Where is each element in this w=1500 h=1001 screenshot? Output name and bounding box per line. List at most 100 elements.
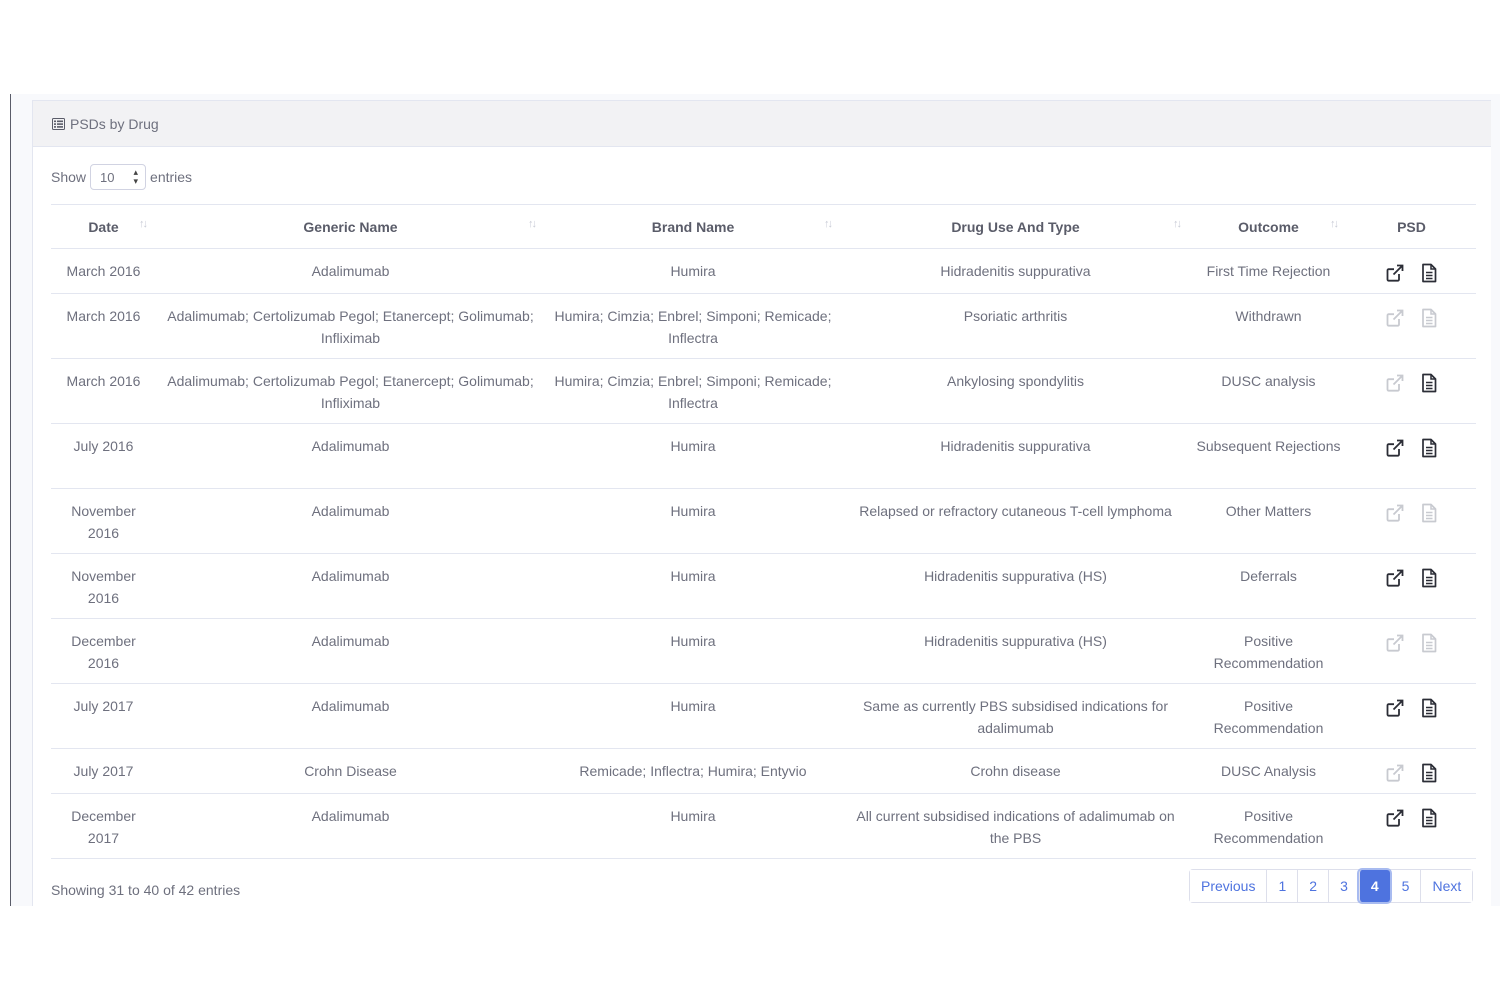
external-link-icon[interactable]	[1385, 263, 1405, 283]
entries-length-control: Show 10 ▴ ▾ entries	[51, 164, 192, 190]
document-icon[interactable]	[1419, 808, 1439, 828]
column-header-outcome[interactable]: Outcome ↑↓	[1190, 204, 1347, 249]
cell-psd	[1347, 358, 1476, 424]
document-icon	[1419, 503, 1439, 523]
list-alt-icon	[52, 117, 65, 130]
table-row: December 2016 Adalimumab Humira Hidradeniti…	[51, 618, 1476, 684]
table-row: July 2017 Crohn Disease Remicade; Inflectr…	[51, 748, 1476, 794]
pagination-page[interactable]: 3	[1328, 870, 1359, 902]
cell-drug-use: Relapsed or refractory cutaneous T-cell …	[841, 488, 1190, 554]
cell-psd	[1347, 248, 1476, 294]
cell-drug-use: Same as currently PBS subsidised indicat…	[841, 683, 1190, 749]
cell-outcome: DUSC analysis	[1190, 358, 1347, 424]
cell-date: July 2017	[51, 748, 156, 794]
cell-outcome: Other Matters	[1190, 488, 1347, 554]
cell-outcome: Deferrals	[1190, 553, 1347, 619]
pagination-next[interactable]: Next	[1420, 870, 1473, 902]
sort-icon: ↑↓	[139, 218, 148, 230]
cell-date: November 2016	[51, 553, 156, 619]
external-link-icon[interactable]	[1385, 568, 1405, 588]
select-caret-icon: ▴ ▾	[133, 167, 139, 186]
cell-drug-use: Crohn disease	[841, 748, 1190, 794]
external-link-icon	[1385, 503, 1405, 523]
cell-generic-name: Adalimumab	[156, 618, 545, 684]
column-header-date[interactable]: Date ↑↓	[51, 204, 156, 249]
card-title: PSDs by Drug	[70, 115, 159, 132]
entries-per-page-select[interactable]: 10 ▴ ▾	[90, 164, 147, 190]
cell-outcome: Positive Recommendation	[1190, 793, 1347, 859]
pagination-page[interactable]: 1	[1266, 870, 1298, 902]
cell-date: July 2017	[51, 683, 156, 749]
cell-brand-name: Humira	[545, 618, 841, 684]
column-header-drug-use[interactable]: Drug Use And Type ↑↓	[841, 204, 1190, 249]
table-row: March 2016 Adalimumab; Certolizumab Pegol…	[51, 293, 1476, 359]
pagination-previous[interactable]: Previous	[1190, 870, 1267, 902]
cell-generic-name: Adalimumab	[156, 683, 545, 749]
entries-per-page-value: 10	[100, 169, 115, 185]
cell-date: March 2016	[51, 358, 156, 424]
cell-generic-name: Adalimumab	[156, 793, 545, 859]
pagination-page[interactable]: 5	[1389, 870, 1421, 902]
cell-date: March 2016	[51, 248, 156, 294]
sort-icon: ↑↓	[1330, 218, 1339, 230]
external-link-icon[interactable]	[1385, 808, 1405, 828]
cell-psd	[1347, 293, 1476, 359]
cell-psd	[1347, 488, 1476, 554]
show-label: Show	[51, 169, 87, 185]
external-link-icon	[1385, 308, 1405, 328]
cell-date: November 2016	[51, 488, 156, 554]
table-row: March 2016 Adalimumab; Certolizumab Pegol…	[51, 358, 1476, 424]
cell-generic-name: Adalimumab; Certolizumab Pegol; Etanerce…	[156, 358, 545, 424]
cell-outcome: Subsequent Rejections	[1190, 423, 1347, 489]
card-header: PSDs by Drug	[33, 101, 1491, 147]
cell-generic-name: Adalimumab	[156, 553, 545, 619]
table-body: March 2016 Adalimumab Humira Hidradenitis s…	[51, 248, 1476, 859]
cell-generic-name: Adalimumab	[156, 488, 545, 554]
cell-generic-name: Adalimumab; Certolizumab Pegol; Etanerce…	[156, 293, 545, 359]
pagination-page[interactable]: 2	[1297, 870, 1329, 902]
cell-drug-use: Hidradenitis suppurativa (HS)	[841, 618, 1190, 684]
document-icon[interactable]	[1419, 438, 1439, 458]
table-row: November 2016 Adalimumab Humira Hidradeniti…	[51, 553, 1476, 619]
document-icon	[1419, 633, 1439, 653]
document-icon	[1419, 308, 1439, 328]
cell-date: December 2016	[51, 618, 156, 684]
document-icon[interactable]	[1419, 763, 1439, 783]
cell-brand-name: Humira	[545, 683, 841, 749]
document-icon[interactable]	[1419, 568, 1439, 588]
cell-psd	[1347, 748, 1476, 794]
external-link-icon	[1385, 763, 1405, 783]
cell-psd	[1347, 553, 1476, 619]
cell-outcome: Withdrawn	[1190, 293, 1347, 359]
cell-outcome: DUSC Analysis	[1190, 748, 1347, 794]
cell-drug-use: All current subsidised indications of ad…	[841, 793, 1190, 859]
table-info: Showing 31 to 40 of 42 entries	[51, 882, 241, 898]
column-header-generic-name[interactable]: Generic Name ↑↓	[156, 204, 545, 249]
cell-drug-use: Hidradenitis suppurativa (HS)	[841, 553, 1190, 619]
table-row: March 2016 Adalimumab Humira Hidradenitis s…	[51, 248, 1476, 294]
external-link-icon[interactable]	[1385, 698, 1405, 718]
external-link-icon	[1385, 373, 1405, 393]
document-icon[interactable]	[1419, 698, 1439, 718]
cell-drug-use: Hidradenitis suppurativa	[841, 248, 1190, 294]
cell-brand-name: Remicade; Inflectra; Humira; Entyvio	[545, 748, 841, 794]
cell-psd	[1347, 683, 1476, 749]
column-header-brand-name[interactable]: Brand Name ↑↓	[545, 204, 841, 249]
psd-table: Date ↑↓ Generic Name ↑↓ Brand Name ↑↓ Drug …	[51, 204, 1476, 859]
sort-icon: ↑↓	[824, 218, 833, 230]
cell-outcome: Positive Recommendation	[1190, 618, 1347, 684]
cell-psd	[1347, 423, 1476, 489]
table-row: July 2016 Adalimumab Humira Hidradenitis su…	[51, 423, 1476, 489]
cell-brand-name: Humira	[545, 423, 841, 489]
sort-icon: ↑↓	[1173, 218, 1182, 230]
table-row: November 2016 Adalimumab Humira Relapsed or…	[51, 488, 1476, 554]
document-icon[interactable]	[1419, 373, 1439, 393]
cell-outcome: Positive Recommendation	[1190, 683, 1347, 749]
external-link-icon[interactable]	[1385, 438, 1405, 458]
document-icon[interactable]	[1419, 263, 1439, 283]
column-header-psd: PSD	[1347, 204, 1476, 249]
table-row: December 2017 Adalimumab Humira All current…	[51, 793, 1476, 859]
cell-brand-name: Humira	[545, 248, 841, 294]
cell-outcome: First Time Rejection	[1190, 248, 1347, 294]
pagination-page-current[interactable]: 4	[1358, 870, 1390, 902]
